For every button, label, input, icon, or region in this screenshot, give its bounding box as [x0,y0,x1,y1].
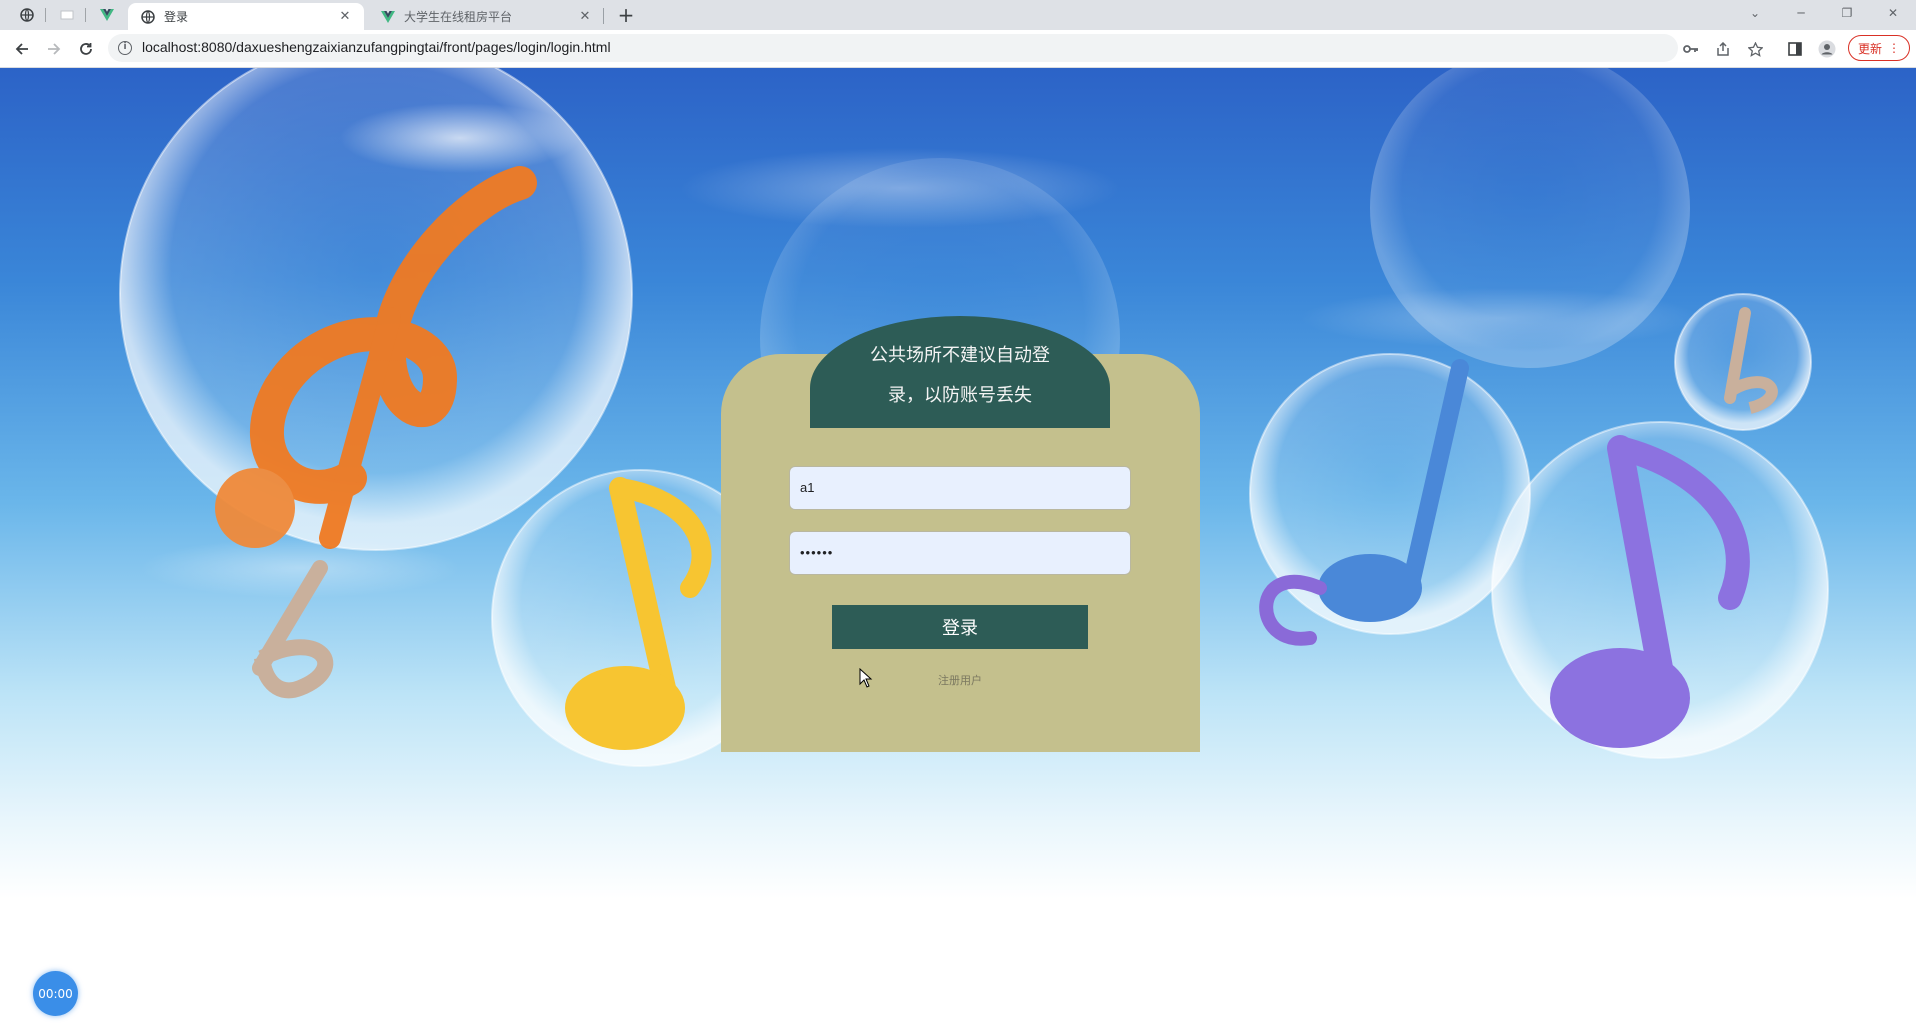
close-icon[interactable]: ✕ [576,8,594,26]
more-vert-icon: ⋮ [1888,41,1900,55]
bubble-left [119,68,633,551]
timer-badge[interactable]: 00:00 [33,971,78,1016]
side-panel-icon[interactable] [1786,40,1804,58]
tab-platform[interactable]: 大学生在线租房平台 ✕ [368,3,604,30]
arrow-right-icon [48,43,61,55]
username-input[interactable]: a1 [789,466,1131,510]
globe-icon [140,9,156,25]
forward-button[interactable] [42,37,66,61]
back-button[interactable] [10,37,34,61]
info-icon[interactable]: i [118,41,132,55]
profile-avatar-icon[interactable] [1818,40,1836,58]
close-icon[interactable]: ✕ [336,8,354,26]
register-link[interactable]: 注册用户 [900,672,1020,688]
reload-button[interactable] [74,37,98,61]
vue-icon [100,9,114,21]
tab-title: 登录 [164,10,189,24]
address-bar[interactable]: i localhost:8080/daxueshengzaixianzufang… [108,34,1678,62]
url-text[interactable]: localhost:8080/daxueshengzaixianzufangpi… [142,39,611,55]
browser-toolbar: i localhost:8080/daxueshengzaixianzufang… [0,30,1916,68]
login-page: 公共场所不建议自动登 录，以防账号丢失 a1 •••••• 登录 注册用户 00… [0,68,1916,1034]
mouse-cursor-icon [859,668,873,688]
login-button[interactable]: 登录 [832,605,1088,649]
new-tab-button[interactable]: + [614,4,638,26]
notice-line-2: 录，以防账号丢失 [888,385,1032,406]
blank-page-icon [60,10,74,20]
tab-pinned-3[interactable] [88,3,126,27]
share-icon[interactable] [1714,40,1732,58]
minimize-button[interactable]: ─ [1778,0,1824,26]
arrow-left-icon [15,43,28,55]
close-window-button[interactable]: ✕ [1870,0,1916,26]
tab-pinned-2[interactable] [48,3,86,27]
update-button[interactable]: 更新 ⋮ [1848,35,1910,61]
update-label: 更新 [1857,41,1882,56]
tab-login[interactable]: 登录 ✕ [128,3,364,30]
tab-pinned-1[interactable] [8,3,46,27]
password-input[interactable]: •••••• [789,531,1131,575]
chevron-down-icon[interactable]: ⌄ [1732,0,1778,26]
star-icon[interactable] [1746,40,1764,58]
tab-divider [603,8,604,24]
globe-icon [20,8,34,22]
notice-line-1: 公共场所不建议自动登 [870,345,1050,366]
tab-strip: 登录 ✕ 大学生在线租房平台 ✕ + ⌄ ─ ❐ ✕ [0,0,1916,30]
key-icon[interactable] [1682,40,1700,58]
restore-button[interactable]: ❐ [1824,0,1870,26]
window-controls: ⌄ ─ ❐ ✕ [1732,0,1916,26]
tab-title: 大学生在线租房平台 [404,10,513,24]
vue-icon [380,9,396,25]
reload-icon [80,43,92,55]
